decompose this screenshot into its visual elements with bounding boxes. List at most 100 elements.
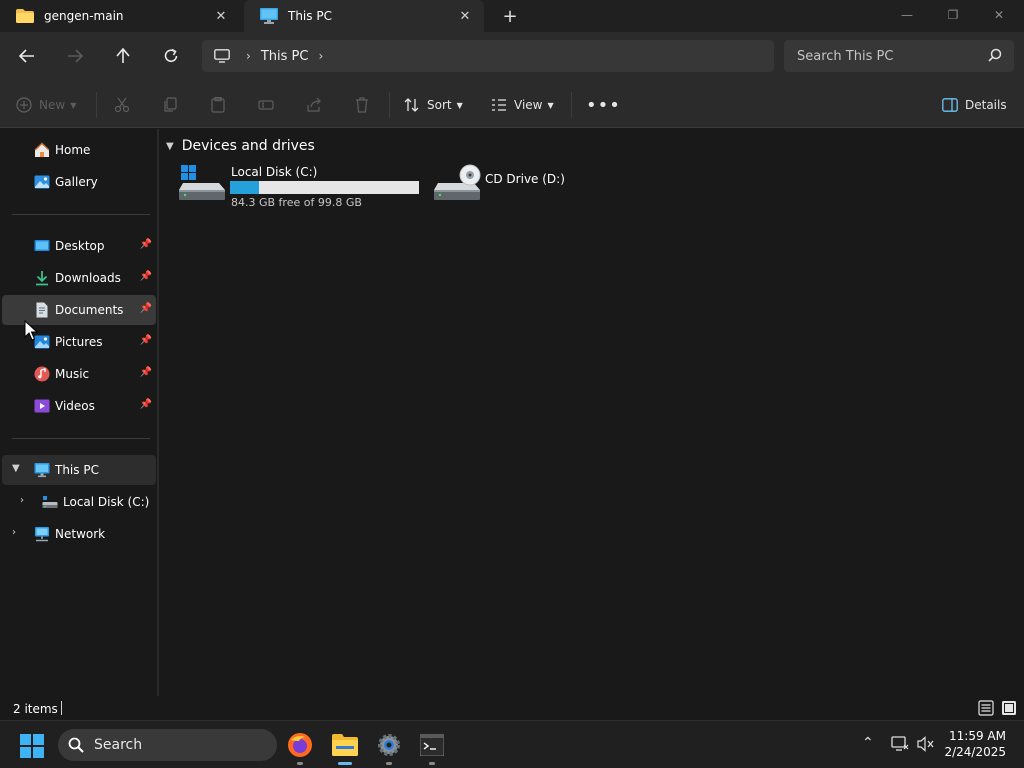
more-options-button[interactable]: •••	[586, 92, 621, 118]
sidebar-item-label: This PC	[55, 463, 99, 477]
breadcrumb-segment[interactable]: This PC	[261, 49, 309, 64]
sort-button[interactable]: Sort ▼	[404, 92, 463, 118]
sidebar-item-network[interactable]: › Network	[2, 519, 156, 549]
videos-icon	[34, 399, 50, 413]
sidebar-item-label: Home	[55, 143, 91, 157]
gear-icon	[378, 734, 400, 756]
details-button[interactable]: Details	[942, 92, 1007, 118]
status-bar: 2 items	[0, 696, 1024, 720]
sidebar-item-label: Pictures	[55, 335, 103, 349]
desktop-icon	[34, 240, 50, 251]
tab-label: gengen-main	[44, 9, 124, 23]
sort-icon	[404, 98, 419, 112]
sidebar-item-home[interactable]: Home	[2, 135, 156, 165]
taskbar-search-label: Search	[94, 737, 143, 753]
start-button[interactable]	[20, 734, 44, 761]
monitor-icon	[260, 8, 278, 24]
pin-icon[interactable]: 📌	[140, 399, 152, 410]
taskbar-terminal[interactable]	[416, 729, 448, 765]
terminal-icon	[420, 734, 444, 756]
close-window-button[interactable]: ✕	[976, 0, 1022, 30]
file-list	[160, 129, 1024, 696]
sidebar-divider	[12, 438, 150, 439]
sidebar-item-downloads[interactable]: Downloads 📌	[2, 263, 156, 293]
pin-icon[interactable]: 📌	[140, 367, 152, 378]
details-view-icon[interactable]	[978, 700, 994, 716]
chevron-right-icon[interactable]: ›	[12, 527, 16, 538]
drive-name: CD Drive (D:)	[485, 172, 565, 186]
tab-label: This PC	[288, 9, 332, 23]
pin-icon[interactable]: 📌	[140, 239, 152, 250]
drive-usage-fill	[230, 181, 260, 194]
sidebar-item-desktop[interactable]: Desktop 📌	[2, 231, 156, 261]
address-bar[interactable]: › This PC ›	[202, 40, 774, 72]
taskbar-settings[interactable]	[373, 729, 405, 765]
arrow-up-icon	[116, 48, 130, 63]
sidebar-item-videos[interactable]: Videos 📌	[2, 391, 156, 421]
copy-button[interactable]	[162, 92, 178, 118]
view-button[interactable]: View ▼	[491, 92, 554, 118]
taskbar-firefox[interactable]	[284, 729, 316, 765]
copy-icon	[164, 97, 177, 112]
sidebar-item-gallery[interactable]: Gallery	[2, 167, 156, 197]
clipboard-icon	[211, 97, 225, 113]
delete-button[interactable]	[354, 92, 370, 118]
folder-icon	[332, 734, 358, 756]
clock-date: 2/24/2025	[944, 745, 1006, 759]
downloads-icon	[36, 271, 48, 286]
rename-button[interactable]	[258, 92, 274, 118]
pane-splitter[interactable]	[157, 129, 159, 696]
forward-button[interactable]	[60, 42, 90, 70]
chevron-right-icon[interactable]: ›	[318, 49, 323, 63]
monitor-icon	[34, 463, 50, 478]
chevron-down-icon: ▼	[456, 100, 463, 110]
sidebar-item-this-pc[interactable]: ▼ This PC	[2, 455, 156, 485]
group-header[interactable]: ▼ Devices and drives	[166, 138, 315, 154]
system-clock[interactable]: 11:59 AM 2/24/2025	[944, 728, 1006, 760]
refresh-button[interactable]	[156, 42, 186, 70]
taskbar-file-explorer[interactable]	[329, 729, 361, 765]
chevron-down-icon[interactable]: ▼	[12, 463, 20, 474]
sidebar-item-label: Local Disk (C:)	[63, 495, 150, 509]
drive-tile-cd-drive[interactable]: CD Drive (D:)	[432, 160, 572, 214]
sidebar-divider	[12, 214, 150, 215]
search-placeholder: Search This PC	[797, 48, 894, 64]
close-tab-icon[interactable]: ✕	[212, 7, 230, 25]
sidebar-item-label: Downloads	[55, 271, 121, 285]
chevron-right-icon[interactable]: ›	[20, 495, 24, 506]
tiles-view-icon[interactable]	[1001, 700, 1017, 716]
up-button[interactable]	[108, 42, 138, 70]
search-input[interactable]: Search This PC	[784, 40, 1014, 72]
new-button[interactable]: New ▼	[16, 92, 76, 118]
tab-this-pc[interactable]: This PC ✕	[244, 0, 484, 32]
back-button[interactable]	[12, 42, 42, 70]
new-tab-button[interactable]: +	[498, 5, 522, 27]
sidebar-item-local-disk[interactable]: › Local Disk (C:)	[2, 487, 156, 517]
drive-name: Local Disk (C:)	[231, 165, 318, 179]
tab-gengen-main[interactable]: gengen-main ✕	[0, 0, 240, 32]
mouse-cursor-icon	[24, 320, 38, 341]
paste-button[interactable]	[210, 92, 226, 118]
chevron-up-icon[interactable]: ⌃	[862, 735, 874, 751]
drive-free-space: 84.3 GB free of 99.8 GB	[231, 196, 362, 209]
refresh-icon	[164, 48, 178, 62]
drive-usage-bar	[230, 181, 419, 194]
minimize-button[interactable]: —	[884, 0, 930, 30]
chevron-down-icon[interactable]: ▼	[166, 141, 174, 152]
chevron-down-icon: ▼	[547, 100, 554, 110]
item-count: 2 items	[13, 702, 58, 716]
cut-button[interactable]	[114, 92, 130, 118]
pin-icon[interactable]: 📌	[140, 303, 152, 314]
pin-icon[interactable]: 📌	[140, 271, 152, 282]
sidebar-item-music[interactable]: Music 📌	[2, 359, 156, 389]
close-tab-icon[interactable]: ✕	[456, 7, 474, 25]
taskbar-search[interactable]: Search	[58, 729, 277, 761]
volume-muted-icon[interactable]	[917, 736, 935, 752]
toolbar-divider	[571, 92, 572, 118]
share-button[interactable]	[306, 92, 322, 118]
network-status-icon[interactable]	[891, 736, 909, 752]
status-divider	[61, 701, 62, 715]
maximize-button[interactable]: ❐	[930, 0, 976, 30]
windows-logo-icon	[20, 734, 44, 758]
pin-icon[interactable]: 📌	[140, 335, 152, 346]
